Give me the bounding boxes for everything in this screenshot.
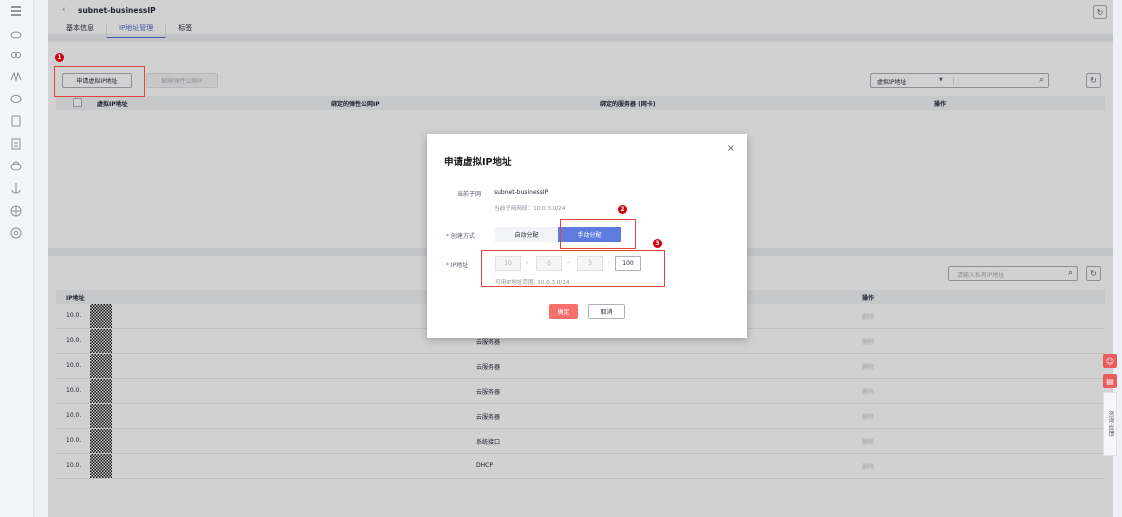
annotation-marker-3: 3 [653,239,662,248]
globe-icon[interactable] [9,204,23,218]
subnet-label: 当前子网 [457,191,482,198]
close-icon[interactable]: × [727,143,735,154]
subnet-cidr-hint: 当前子网网段：10.0.3.0/24 [494,206,566,212]
settings-icon[interactable] [9,226,23,240]
link-icon[interactable] [9,48,23,62]
storage-icon[interactable] [9,159,23,173]
ip-label: * IP地址 [446,260,468,269]
required-mark: * [446,262,449,269]
annotation-marker-2: 2 [618,205,627,214]
smile-icon[interactable]: ☺ [1103,354,1117,368]
dialog-title: 申请虚拟IP地址 [444,157,512,168]
cloud-icon[interactable] [9,27,23,41]
annotation-box-1 [54,66,145,97]
chat-icon[interactable]: ▤ [1103,374,1117,388]
document-icon[interactable] [9,137,23,151]
disk-icon[interactable] [9,92,23,106]
anchor-icon[interactable] [9,181,23,195]
required-mark: * [446,233,449,240]
mode-label: * 创建方式 [446,231,475,240]
network-icon[interactable] [9,69,23,83]
apply-virtual-ip-dialog: 申请虚拟IP地址 × 当前子网 subnet-businessIP 当前子网网段… [427,134,747,338]
menu-icon[interactable] [9,4,23,18]
annotation-box-2 [560,219,636,249]
database-icon[interactable] [9,114,23,128]
cancel-button[interactable]: 取消 [588,304,625,319]
mode-label-text: 创建方式 [450,233,475,240]
confirm-button[interactable]: 确定 [549,304,578,319]
left-nav-rail [0,0,34,517]
subnet-value: subnet-businessIP [494,189,549,196]
feedback-tab[interactable]: 咨询·反馈 [1103,392,1117,456]
ip-label-text: IP地址 [450,262,469,269]
annotation-box-3 [481,250,665,287]
auto-assign-option[interactable]: 自动分配 [495,227,558,242]
annotation-marker-1: 1 [55,53,64,62]
